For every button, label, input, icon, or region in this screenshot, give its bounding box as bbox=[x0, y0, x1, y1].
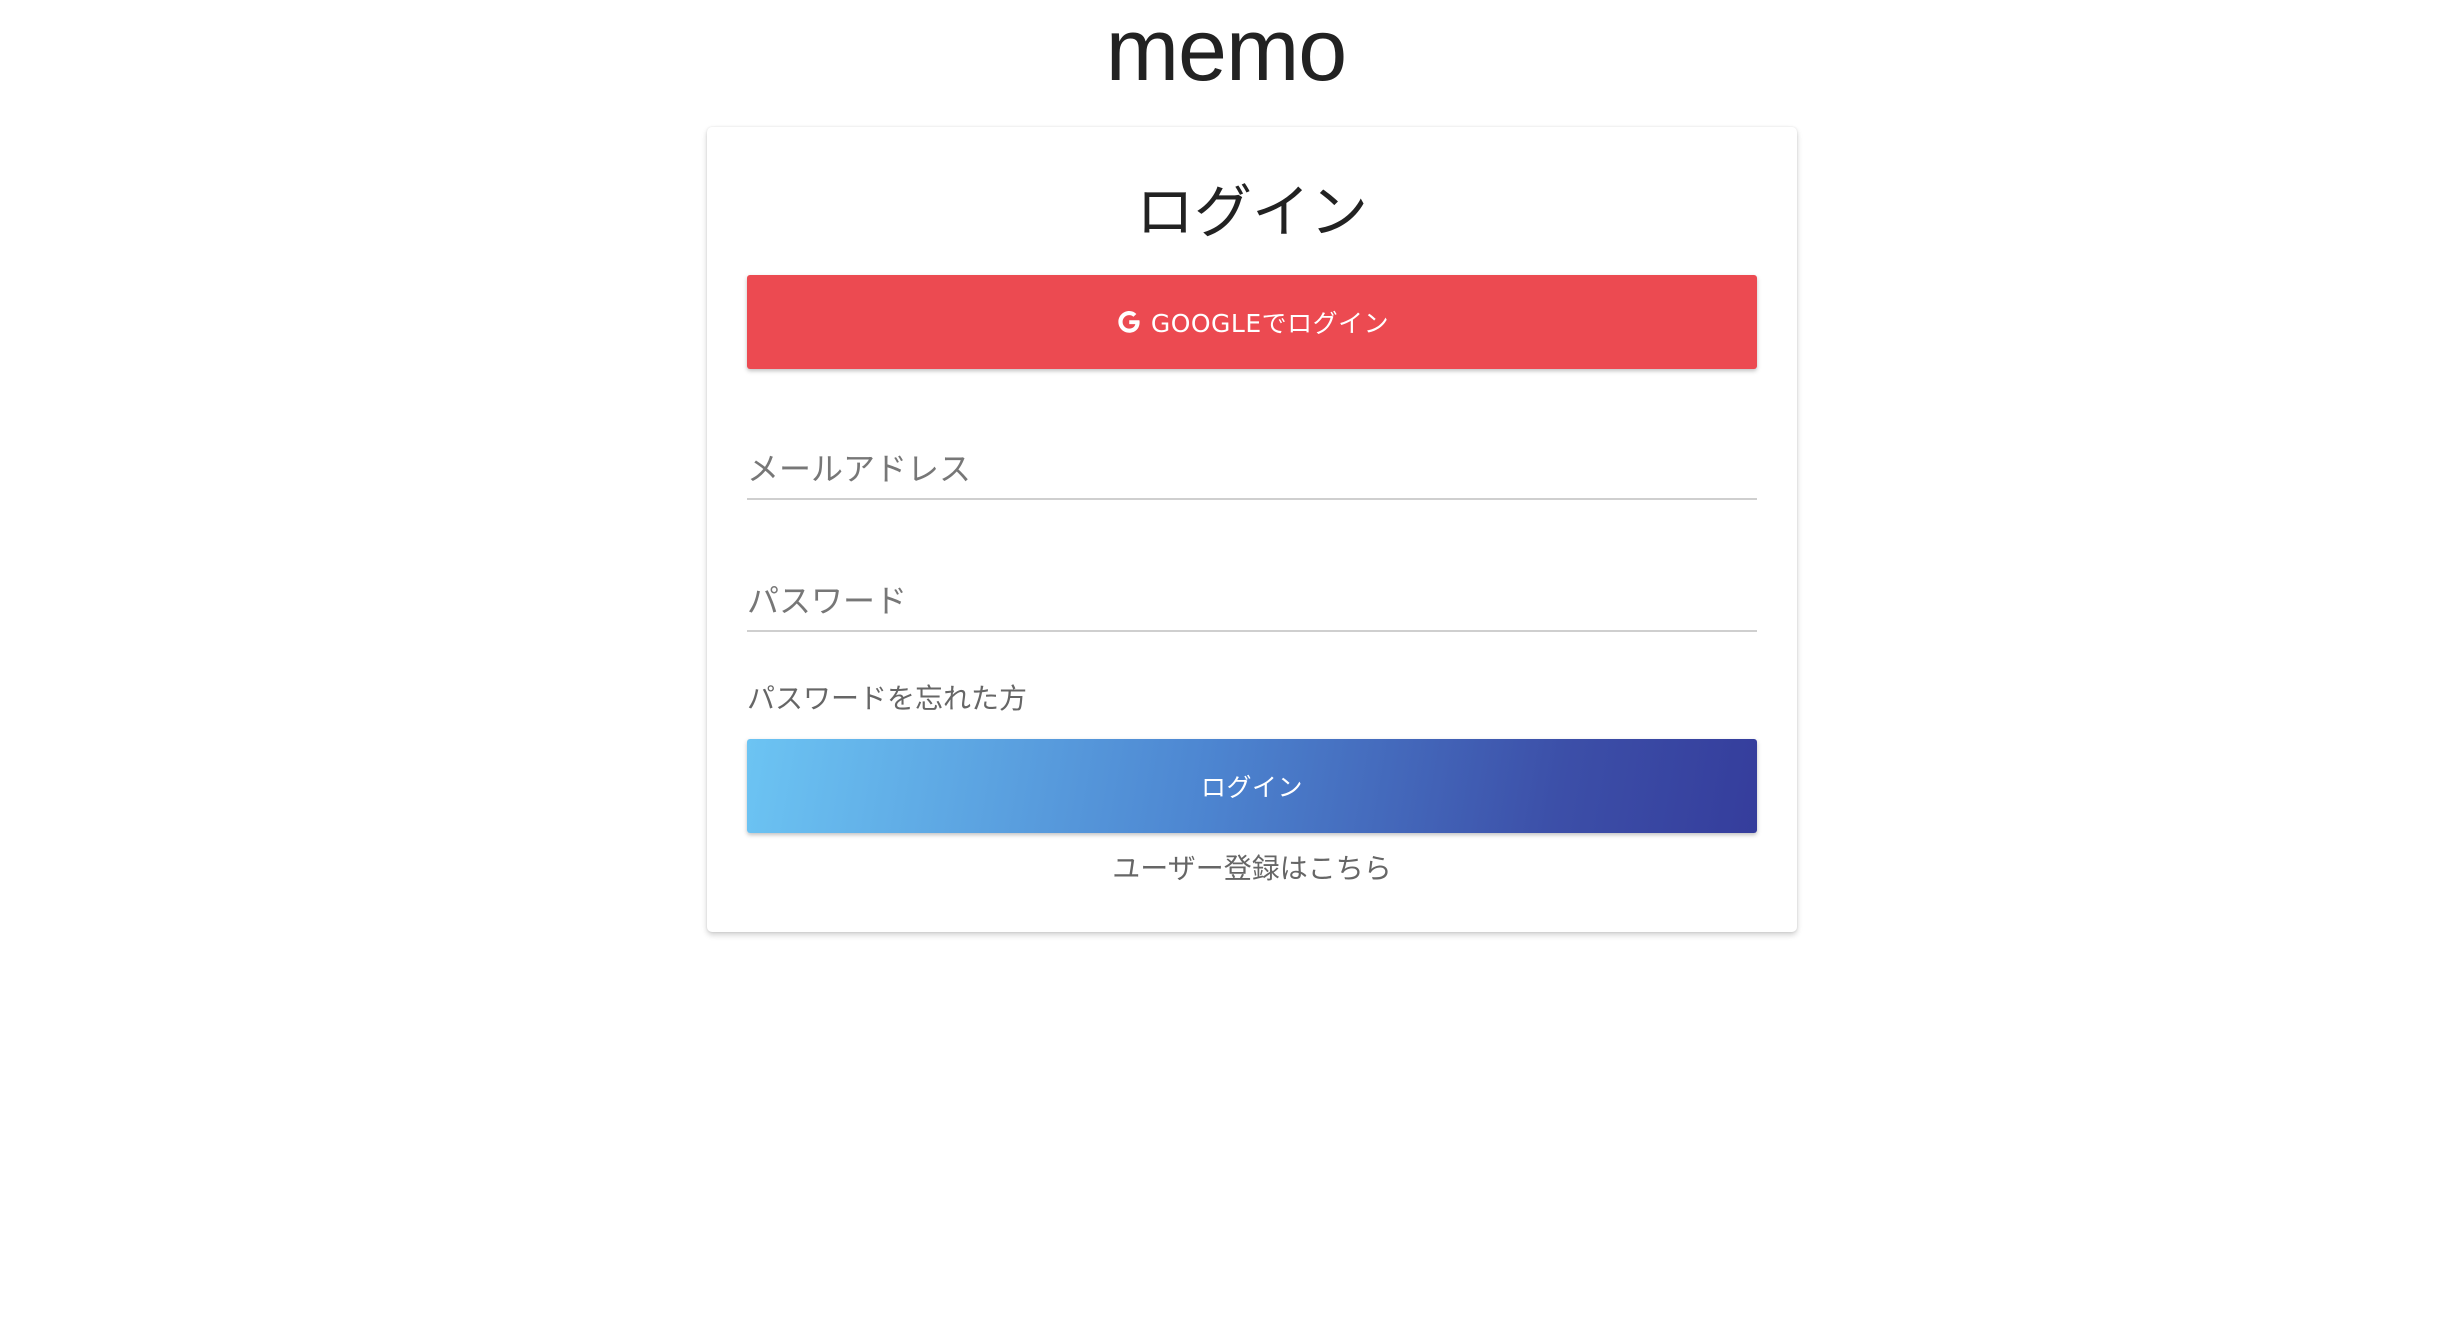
register-link[interactable]: ユーザー登録はこちら bbox=[707, 849, 1797, 889]
login-title: ログイン bbox=[1135, 178, 1368, 246]
login-button-label: ログイン bbox=[1200, 773, 1303, 802]
google-g-icon bbox=[1115, 308, 1143, 336]
email-field-container bbox=[747, 430, 1757, 500]
app-title: memo bbox=[1105, 0, 1348, 99]
password-field-container bbox=[747, 562, 1757, 632]
email-field[interactable] bbox=[747, 450, 1757, 488]
google-login-label: GOOGLEでログイン bbox=[1150, 309, 1390, 338]
password-field[interactable] bbox=[747, 582, 1757, 620]
forgot-password-link[interactable]: パスワードを忘れた方 bbox=[747, 679, 1027, 719]
login-card: ログイン GOOGLEでログイン パスワードを忘れた方 ログイン ユーザー登録は… bbox=[707, 127, 1797, 932]
login-button[interactable]: ログイン bbox=[747, 739, 1757, 833]
google-login-button[interactable]: GOOGLEでログイン bbox=[747, 275, 1757, 369]
